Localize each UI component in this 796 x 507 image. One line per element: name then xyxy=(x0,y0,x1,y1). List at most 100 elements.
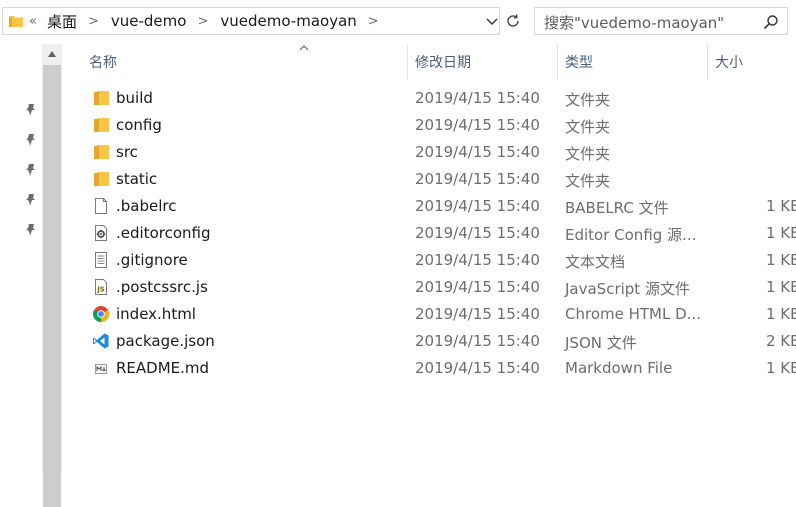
file-row[interactable]: config 2019/4/15 15:40 文件夹 xyxy=(62,112,796,139)
file-row[interactable]: .babelrc 2019/4/15 15:40 BABELRC 文件 1 KB xyxy=(62,193,796,220)
folder-icon xyxy=(94,145,109,159)
nav-scrollbar[interactable] xyxy=(42,44,62,507)
column-divider[interactable] xyxy=(407,44,408,80)
file-size: 1 KB xyxy=(766,251,796,269)
file-size: 1 KB xyxy=(766,305,796,323)
pin-icon[interactable] xyxy=(24,193,38,207)
file-date: 2019/4/15 15:40 xyxy=(415,224,540,242)
column-header-size[interactable]: 大小 xyxy=(715,44,796,80)
file-type: 文件夹 xyxy=(565,172,611,190)
file-name: README.md xyxy=(116,359,210,377)
refresh-icon xyxy=(507,14,519,27)
file-date: 2019/4/15 15:40 xyxy=(415,305,540,323)
breadcrumb-item[interactable]: vue-demo xyxy=(111,12,187,30)
file-row[interactable]: index.html 2019/4/15 15:40 Chrome HTML D… xyxy=(62,301,796,328)
scroll-up-button[interactable] xyxy=(42,44,62,64)
folder-icon xyxy=(94,91,109,105)
file-date: 2019/4/15 15:40 xyxy=(415,332,540,350)
vscode-icon xyxy=(93,333,109,349)
chevron-right-icon[interactable]: > xyxy=(197,14,208,29)
file-name: build xyxy=(116,89,153,107)
column-header-type[interactable]: 类型 xyxy=(565,44,705,80)
navigation-pane xyxy=(0,44,42,473)
breadcrumb-overflow[interactable]: « xyxy=(29,14,37,29)
file-name: package.json xyxy=(116,332,215,350)
file-name: .gitignore xyxy=(116,251,188,269)
file-type: 文本文档 xyxy=(565,253,626,271)
search-icon[interactable] xyxy=(763,14,779,30)
file-type: Markdown File xyxy=(565,359,673,377)
pin-icon[interactable] xyxy=(24,133,38,147)
file-row[interactable]: build 2019/4/15 15:40 文件夹 xyxy=(62,85,796,112)
file-name: .postcssrc.js xyxy=(116,278,208,296)
file-row[interactable]: package.json 2019/4/15 15:40 JSON 文件 2 K… xyxy=(62,328,796,355)
file-size: 1 KB xyxy=(766,224,796,242)
file-size: 2 KB xyxy=(766,332,796,350)
file-name: index.html xyxy=(116,305,196,323)
file-date: 2019/4/15 15:40 xyxy=(415,89,540,107)
file-row[interactable]: README.md 2019/4/15 15:40 Markdown File … xyxy=(62,355,796,382)
column-header-label: 类型 xyxy=(565,55,593,71)
chevron-right-icon[interactable]: > xyxy=(88,14,99,29)
pin-icon[interactable] xyxy=(24,223,38,237)
file-name: static xyxy=(116,170,158,188)
pin-icon[interactable] xyxy=(24,103,38,117)
column-header-name[interactable]: 名称 xyxy=(89,44,407,80)
file-type: 文件夹 xyxy=(565,118,611,136)
file-date: 2019/4/15 15:40 xyxy=(415,278,540,296)
file-size: 1 KB xyxy=(766,197,796,215)
chevron-right-icon[interactable]: > xyxy=(368,14,379,29)
file-row[interactable]: static 2019/4/15 15:40 文件夹 xyxy=(62,166,796,193)
file-row[interactable]: src 2019/4/15 15:40 文件夹 xyxy=(62,139,796,166)
file-date: 2019/4/15 15:40 xyxy=(415,116,540,134)
file-date: 2019/4/15 15:40 xyxy=(415,197,540,215)
file-date: 2019/4/15 15:40 xyxy=(415,251,540,269)
file-type: Chrome HTML D... xyxy=(565,305,701,323)
file-type: BABELRC 文件 xyxy=(565,199,669,217)
file-type: JSON 文件 xyxy=(565,334,637,352)
folder-icon xyxy=(94,118,109,132)
folder-icon xyxy=(94,172,109,186)
chrome-icon xyxy=(93,306,109,322)
file-date: 2019/4/15 15:40 xyxy=(415,143,540,161)
file-row[interactable]: JS .postcssrc.js 2019/4/15 15:40 JavaScr… xyxy=(62,274,796,301)
breadcrumb-item[interactable]: vuedemo-maoyan xyxy=(220,12,356,30)
file-type: 文件夹 xyxy=(565,145,611,163)
svg-text:JS: JS xyxy=(96,286,105,294)
column-header-row: 名称 修改日期 类型 大小 xyxy=(62,44,796,80)
chevron-down-icon[interactable] xyxy=(484,12,500,30)
breadcrumb-item[interactable]: 桌面 xyxy=(47,11,77,32)
column-divider[interactable] xyxy=(707,44,708,80)
blank-file-icon xyxy=(95,198,107,214)
file-name: config xyxy=(116,116,162,134)
address-bar-row: « 桌面 > vue-demo > vuedemo-maoyan > 搜索"vu… xyxy=(0,0,796,44)
address-bar[interactable]: « 桌面 > vue-demo > vuedemo-maoyan > xyxy=(2,7,500,35)
chevron-up-icon xyxy=(48,51,56,57)
file-row[interactable]: .editorconfig 2019/4/15 15:40 Editor Con… xyxy=(62,220,796,247)
column-header-label: 大小 xyxy=(715,55,743,71)
file-date: 2019/4/15 15:40 xyxy=(415,359,540,377)
refresh-button[interactable] xyxy=(502,7,524,35)
text-file-icon xyxy=(95,252,107,268)
file-name: .editorconfig xyxy=(116,224,211,242)
column-header-label: 修改日期 xyxy=(415,55,471,71)
file-size: 1 KB xyxy=(766,359,796,377)
scrollbar-thumb[interactable] xyxy=(43,65,61,507)
js-file-icon: JS xyxy=(95,279,107,295)
config-file-icon xyxy=(95,225,107,241)
file-name: src xyxy=(116,143,138,161)
file-date: 2019/4/15 15:40 xyxy=(415,170,540,188)
column-header-label: 名称 xyxy=(89,55,117,71)
markdown-file-icon xyxy=(95,364,107,374)
file-name: .babelrc xyxy=(116,197,177,215)
column-divider[interactable] xyxy=(557,44,558,80)
file-type: 文件夹 xyxy=(565,91,611,109)
search-placeholder: 搜索"vuedemo-maoyan" xyxy=(544,14,725,32)
file-row[interactable]: .gitignore 2019/4/15 15:40 文本文档 1 KB xyxy=(62,247,796,274)
search-input[interactable]: 搜索"vuedemo-maoyan" xyxy=(534,7,788,35)
file-type: Editor Config 源... xyxy=(565,226,697,244)
pin-icon[interactable] xyxy=(24,163,38,177)
file-list: build 2019/4/15 15:40 文件夹 config 2019/4/… xyxy=(62,85,796,382)
column-header-date[interactable]: 修改日期 xyxy=(415,44,557,80)
file-type: JavaScript 源文件 xyxy=(565,280,690,298)
